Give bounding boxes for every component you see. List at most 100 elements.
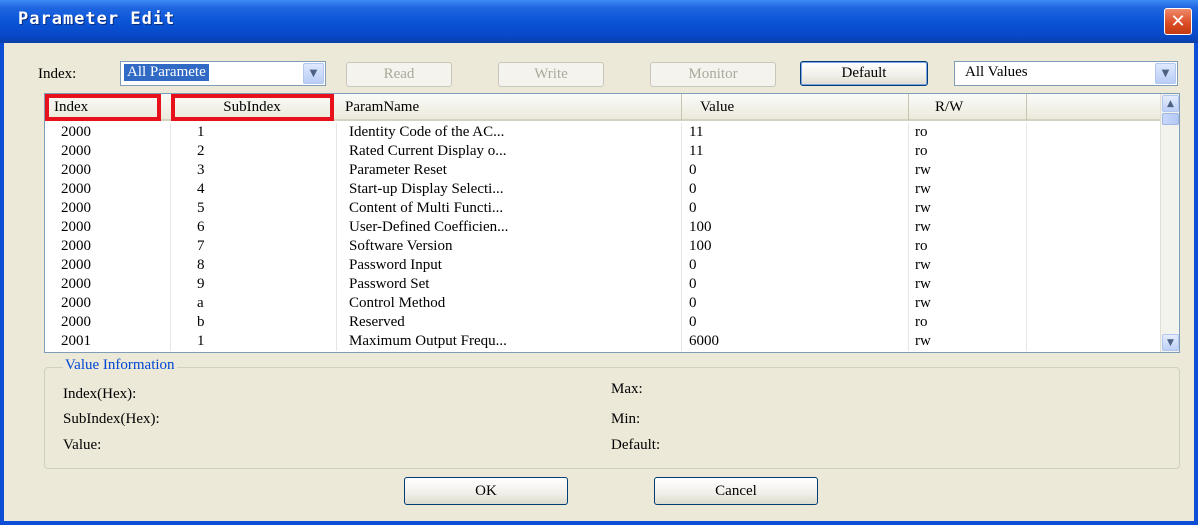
- parameter-edit-dialog: Parameter Edit ✕ Index: All Paramete ▼ R…: [0, 0, 1198, 525]
- window-title: Parameter Edit: [18, 9, 176, 29]
- table-row[interactable]: 2000 4 Start-up Display Selecti... 0 rw: [45, 180, 1161, 199]
- chevron-down-icon[interactable]: ▼: [1162, 334, 1179, 351]
- default-value-label: Default:: [611, 437, 661, 453]
- cell-paramname: Software Version: [349, 237, 682, 256]
- chevron-down-icon[interactable]: ▼: [1155, 63, 1176, 84]
- cell-paramname: Maximum Output Frequ...: [349, 332, 682, 351]
- values-filter-value: All Values: [965, 64, 1028, 80]
- column-header-subindex[interactable]: SubIndex: [171, 94, 334, 121]
- index-hex-label: Index(Hex):: [63, 386, 137, 402]
- chevron-down-icon[interactable]: ▼: [303, 63, 324, 84]
- cell-subindex: 1: [197, 332, 337, 351]
- title-bar[interactable]: Parameter Edit ✕: [0, 0, 1198, 43]
- cell-value: 6000: [689, 332, 909, 351]
- cell-subindex: 5: [197, 199, 337, 218]
- cell-rw: ro: [915, 237, 1027, 256]
- cell-rw: ro: [915, 123, 1027, 142]
- cell-index: 2000: [61, 313, 171, 332]
- cell-rw: rw: [915, 218, 1027, 237]
- table-row[interactable]: 2000 6 User-Defined Coefficien... 100 rw: [45, 218, 1161, 237]
- cell-value: 11: [689, 142, 909, 161]
- cell-subindex: 6: [197, 218, 337, 237]
- parameter-table[interactable]: Index SubIndex ParamName Value R/W 2000 1…: [44, 93, 1180, 353]
- cell-paramname: Content of Multi Functi...: [349, 199, 682, 218]
- cell-rw: rw: [915, 332, 1027, 351]
- cell-subindex: 9: [197, 275, 337, 294]
- table-row[interactable]: 2000 2 Rated Current Display o... 11 ro: [45, 142, 1161, 161]
- cell-value: 11: [689, 123, 909, 142]
- cell-subindex: a: [197, 294, 337, 313]
- cell-paramname: Reserved: [349, 313, 682, 332]
- table-row[interactable]: 2001 1 Maximum Output Frequ... 6000 rw: [45, 332, 1161, 351]
- cell-rw: ro: [915, 142, 1027, 161]
- index-label: Index:: [38, 66, 77, 82]
- table-row[interactable]: 2000 a Control Method 0 rw: [45, 294, 1161, 313]
- cell-value: 100: [689, 218, 909, 237]
- cell-paramname: Rated Current Display o...: [349, 142, 682, 161]
- table-header: Index SubIndex ParamName Value R/W: [45, 94, 1161, 121]
- column-header-paramname[interactable]: ParamName: [337, 94, 682, 121]
- cancel-button[interactable]: Cancel: [654, 477, 818, 505]
- ok-button[interactable]: OK: [404, 477, 568, 505]
- cell-rw: rw: [915, 275, 1027, 294]
- cell-rw: ro: [915, 313, 1027, 332]
- cell-value: 0: [689, 180, 909, 199]
- cell-rw: rw: [915, 161, 1027, 180]
- vertical-scrollbar[interactable]: ▲ ▼: [1160, 94, 1179, 352]
- index-select[interactable]: All Paramete ▼: [120, 61, 326, 86]
- table-row[interactable]: 2000 3 Parameter Reset 0 rw: [45, 161, 1161, 180]
- cell-index: 2000: [61, 161, 171, 180]
- chevron-up-icon[interactable]: ▲: [1162, 95, 1179, 112]
- default-button[interactable]: Default: [800, 61, 928, 86]
- read-button[interactable]: Read: [346, 62, 452, 87]
- cell-value: 0: [689, 256, 909, 275]
- cell-rw: rw: [915, 180, 1027, 199]
- value-information-group: Value Information Index(Hex): SubIndex(H…: [44, 357, 1180, 469]
- cell-subindex: 7: [197, 237, 337, 256]
- close-button[interactable]: ✕: [1164, 8, 1192, 35]
- cell-paramname: Parameter Reset: [349, 161, 682, 180]
- table-row[interactable]: 2000 1 Identity Code of the AC... 11 ro: [45, 123, 1161, 142]
- cell-paramname: Identity Code of the AC...: [349, 123, 682, 142]
- cell-subindex: 3: [197, 161, 337, 180]
- table-row[interactable]: 2000 7 Software Version 100 ro: [45, 237, 1161, 256]
- cell-index: 2000: [61, 142, 171, 161]
- cell-subindex: 4: [197, 180, 337, 199]
- cell-paramname: Start-up Display Selecti...: [349, 180, 682, 199]
- column-header-rw[interactable]: R/W: [909, 94, 1027, 121]
- table-row[interactable]: 2000 5 Content of Multi Functi... 0 rw: [45, 199, 1161, 218]
- write-button[interactable]: Write: [498, 62, 604, 87]
- column-header-value[interactable]: Value: [682, 94, 909, 121]
- max-label: Max:: [611, 381, 643, 397]
- values-filter-select[interactable]: All Values ▼: [954, 61, 1178, 86]
- cell-index: 2000: [61, 294, 171, 313]
- min-label: Min:: [611, 411, 641, 427]
- table-row[interactable]: 2000 8 Password Input 0 rw: [45, 256, 1161, 275]
- cell-value: 0: [689, 161, 909, 180]
- cell-rw: rw: [915, 199, 1027, 218]
- monitor-button[interactable]: Monitor: [650, 62, 776, 87]
- cell-index: 2000: [61, 123, 171, 142]
- cell-paramname: Password Input: [349, 256, 682, 275]
- value-label: Value:: [63, 437, 102, 453]
- close-icon: ✕: [1170, 11, 1186, 32]
- cell-value: 0: [689, 199, 909, 218]
- table-row[interactable]: 2000 b Reserved 0 ro: [45, 313, 1161, 332]
- cell-index: 2000: [61, 275, 171, 294]
- cell-paramname: Password Set: [349, 275, 682, 294]
- cell-index: 2000: [61, 180, 171, 199]
- cell-value: 0: [689, 294, 909, 313]
- cell-subindex: b: [197, 313, 337, 332]
- cell-value: 0: [689, 275, 909, 294]
- value-information-title: Value Information: [63, 357, 177, 374]
- scrollbar-thumb[interactable]: [1162, 113, 1179, 125]
- table-row[interactable]: 2000 9 Password Set 0 rw: [45, 275, 1161, 294]
- cell-index: 2000: [61, 218, 171, 237]
- cell-subindex: 8: [197, 256, 337, 275]
- subindex-hex-label: SubIndex(Hex):: [63, 411, 160, 427]
- index-select-value: All Paramete: [124, 64, 209, 81]
- cell-paramname: User-Defined Coefficien...: [349, 218, 682, 237]
- column-header-index[interactable]: Index: [45, 94, 161, 121]
- cell-rw: rw: [915, 294, 1027, 313]
- column-header-filler: [1027, 94, 1161, 121]
